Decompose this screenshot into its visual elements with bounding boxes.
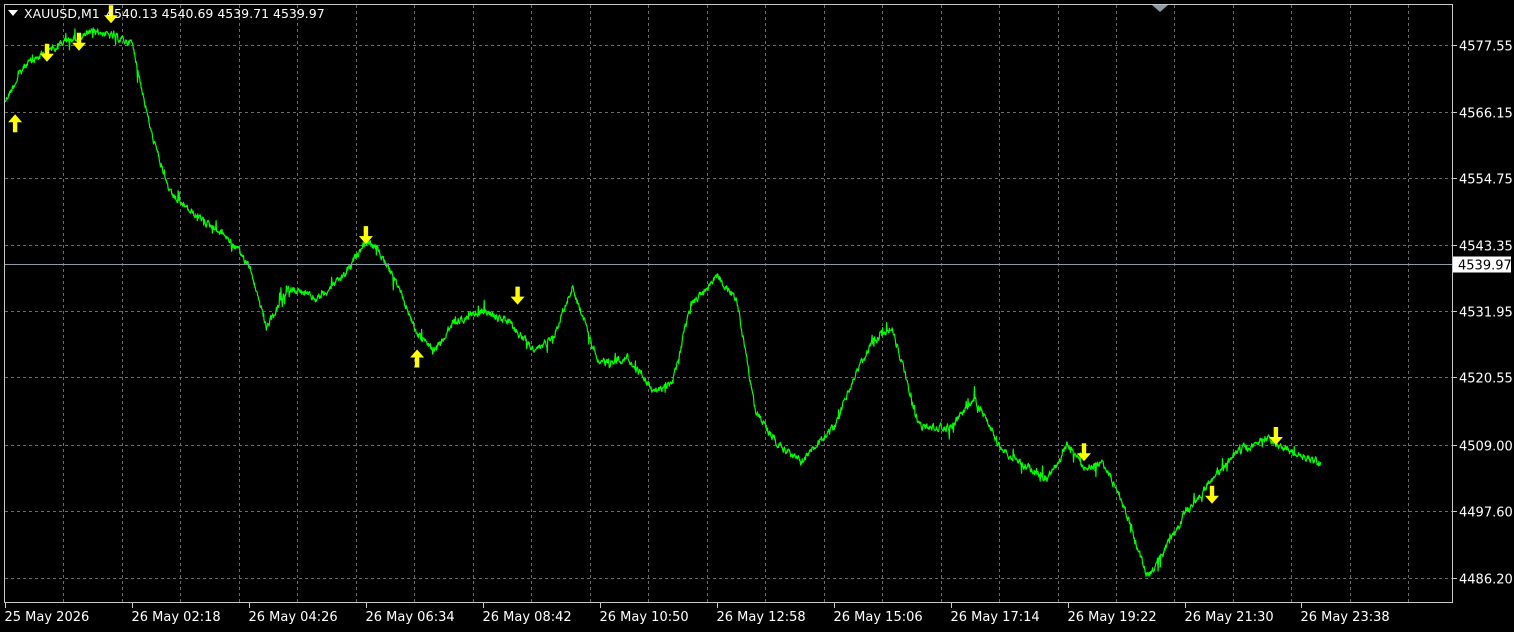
x-tick-label: 26 May 10:50 bbox=[600, 610, 689, 625]
y-tick-label: 4497.60 bbox=[1459, 506, 1513, 521]
current-price-label: 4539.97 bbox=[1458, 259, 1512, 274]
chart-background bbox=[0, 0, 1514, 632]
symbol-label: XAUUSD,M1 bbox=[24, 6, 100, 21]
y-tick-label: 4543.35 bbox=[1459, 240, 1513, 255]
x-tick-label: 26 May 04:26 bbox=[249, 610, 338, 625]
x-tick-label: 26 May 12:58 bbox=[717, 610, 806, 625]
x-tick-label: 26 May 17:14 bbox=[951, 610, 1040, 625]
y-tick-label: 4577.55 bbox=[1459, 40, 1513, 55]
price-chart[interactable]: 4577.55 4566.15 4554.75 4543.35 4531.95 4520.… bbox=[0, 0, 1514, 632]
x-tick-label: 26 May 19:22 bbox=[1068, 610, 1157, 625]
y-tick-label: 4554.75 bbox=[1459, 173, 1513, 188]
x-tick-label: 26 May 08:42 bbox=[483, 610, 572, 625]
y-tick-label: 4566.15 bbox=[1459, 107, 1513, 122]
y-tick-label: 4531.95 bbox=[1459, 306, 1513, 321]
x-tick-label: 26 May 06:34 bbox=[366, 610, 455, 625]
x-tick-label: 26 May 21:30 bbox=[1185, 610, 1274, 625]
x-tick-label: 26 May 23:38 bbox=[1301, 610, 1390, 625]
x-tick-label: 26 May 15:06 bbox=[834, 610, 923, 625]
x-tick-label: 25 May 2026 bbox=[5, 610, 90, 625]
y-tick-label: 4509.00 bbox=[1459, 440, 1513, 455]
ohlc-values: 4540.13 4540.69 4539.71 4539.97 bbox=[106, 6, 325, 21]
x-tick-label: 26 May 02:18 bbox=[132, 610, 221, 625]
y-tick-label: 4520.55 bbox=[1459, 372, 1513, 387]
y-tick-label: 4486.20 bbox=[1459, 573, 1513, 588]
